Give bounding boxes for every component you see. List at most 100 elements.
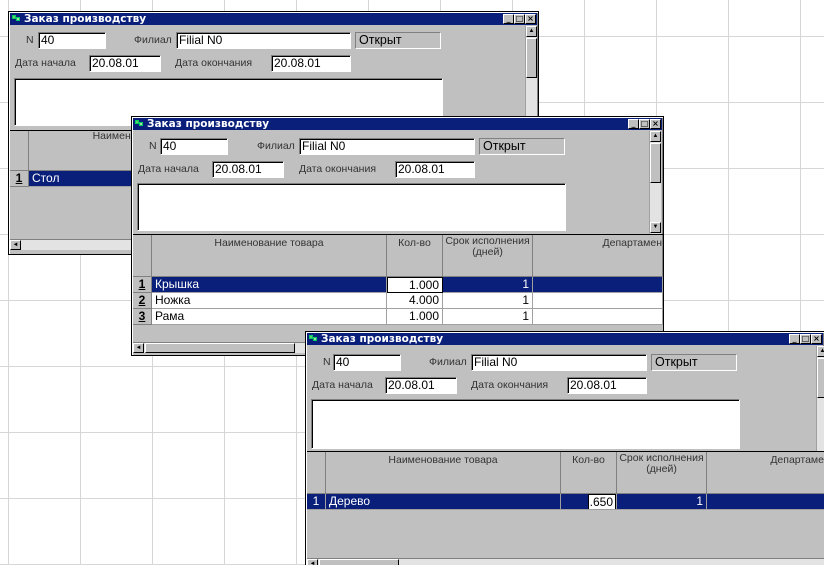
minimize-button[interactable]: _ — [789, 334, 800, 344]
cell-qty[interactable]: .650 — [561, 494, 617, 510]
cell-dept[interactable] — [533, 309, 663, 325]
scroll-left-icon[interactable]: ◄ — [307, 559, 318, 565]
minimize-button[interactable]: _ — [503, 14, 514, 24]
n-label: N — [26, 34, 34, 46]
cell-term[interactable]: 1 — [443, 293, 533, 309]
branch-field[interactable]: Filial N0 — [299, 138, 475, 155]
col-name-header[interactable]: Наименование товара — [152, 235, 387, 277]
window-title: Заказ производству — [24, 13, 147, 25]
scroll-thumb[interactable] — [817, 358, 824, 398]
cell-dept[interactable] — [707, 494, 824, 510]
col-qty-header[interactable]: Кол-во — [561, 452, 617, 494]
status-field: Открыт — [355, 32, 441, 49]
col-dept-header[interactable]: Департаме — [707, 452, 824, 494]
branch-field[interactable]: Filial N0 — [176, 32, 351, 49]
items-table[interactable]: Наименование товара Кол-во Срок исполнен… — [307, 451, 824, 565]
scroll-down-icon[interactable]: ▼ — [650, 222, 661, 233]
start-date-field[interactable]: 20.08.01 — [212, 161, 284, 178]
scroll-left-icon[interactable]: ◄ — [133, 343, 144, 353]
cell-qty[interactable]: 1.000 — [387, 309, 443, 325]
vertical-scrollbar[interactable]: ▲ — [816, 346, 824, 451]
scroll-thumb[interactable] — [145, 343, 295, 353]
end-date-field[interactable]: 20.08.01 — [567, 377, 647, 394]
end-date-label: Дата окончания — [471, 379, 549, 391]
n-label: N — [149, 140, 157, 152]
order-number-field[interactable]: 40 — [160, 138, 228, 155]
scroll-up-icon[interactable]: ▲ — [526, 26, 537, 37]
cell-name[interactable]: Ножка — [152, 293, 387, 309]
maximize-button[interactable]: □ — [514, 14, 525, 24]
col-qty-header[interactable]: Кол-во — [387, 235, 443, 277]
window-title: Заказ производству — [147, 118, 270, 130]
end-date-field[interactable]: 20.08.01 — [271, 55, 351, 72]
branch-label: Филиал — [429, 356, 467, 368]
row-index[interactable]: 3 — [133, 309, 152, 325]
maximize-button[interactable]: □ — [800, 334, 811, 344]
status-field: Открыт — [651, 354, 737, 371]
order-number-field[interactable]: 40 — [333, 354, 401, 371]
end-date-label: Дата окончания — [175, 57, 253, 69]
cell-term[interactable]: 1 — [617, 494, 707, 510]
vertical-scrollbar[interactable]: ▲ ▼ — [649, 131, 661, 234]
app-icon — [135, 120, 144, 127]
col-name-header[interactable]: Наименование товара — [326, 452, 561, 494]
horizontal-scrollbar[interactable]: ◄ — [307, 558, 824, 565]
branch-field[interactable]: Filial N0 — [471, 354, 647, 371]
scroll-thumb[interactable] — [650, 143, 661, 183]
order-window-2[interactable]: Заказ производству _ □ × N 40 Филиал Fil… — [131, 116, 664, 356]
n-label: N — [323, 356, 331, 368]
cell-term[interactable]: 1 — [443, 309, 533, 325]
minimize-button[interactable]: _ — [628, 119, 639, 129]
order-window-3[interactable]: Заказ производству _ □ × N 40 Филиал Fil… — [305, 331, 824, 565]
cell-name[interactable]: Дерево — [326, 494, 561, 510]
vertical-scrollbar[interactable]: ▲ — [525, 26, 537, 130]
start-date-label: Дата начала — [138, 163, 199, 175]
row-index[interactable]: 1 — [133, 277, 152, 293]
maximize-button[interactable]: □ — [639, 119, 650, 129]
close-button[interactable]: × — [811, 334, 822, 344]
corner-header — [133, 235, 152, 277]
scroll-thumb[interactable] — [526, 38, 537, 78]
app-icon — [309, 335, 318, 342]
cell-term[interactable]: 1 — [443, 277, 533, 293]
close-button[interactable]: × — [525, 14, 536, 24]
end-date-field[interactable]: 20.08.01 — [395, 161, 475, 178]
notes-memo[interactable] — [137, 183, 566, 231]
cell-qty[interactable]: 4.000 — [387, 293, 443, 309]
cell-qty[interactable]: 1.000 — [387, 277, 443, 293]
row-index[interactable]: 1 — [10, 171, 29, 187]
horizontal-scrollbar[interactable]: ◄ — [10, 239, 138, 250]
col-name-header[interactable]: Наименс — [29, 131, 139, 171]
scroll-thumb[interactable] — [319, 559, 399, 565]
cell-name[interactable]: Крышка — [152, 277, 387, 293]
start-date-label: Дата начала — [15, 57, 76, 69]
start-date-field[interactable]: 20.08.01 — [385, 377, 457, 394]
col-term-header[interactable]: Срок исполнения (дней) — [617, 452, 707, 494]
scroll-up-icon[interactable]: ▲ — [817, 346, 824, 357]
branch-label: Филиал — [134, 34, 172, 46]
scroll-up-icon[interactable]: ▲ — [650, 131, 661, 142]
close-button[interactable]: × — [650, 119, 661, 129]
qty-editor[interactable]: .650 — [588, 494, 616, 509]
col-dept-header[interactable]: Департамен — [533, 235, 663, 277]
title-bar[interactable]: Заказ производству _ □ × — [10, 13, 537, 25]
cell-dept[interactable] — [533, 277, 663, 293]
window-title: Заказ производству — [321, 333, 444, 345]
branch-label: Филиал — [257, 140, 295, 152]
corner-header — [10, 131, 29, 171]
cell-name[interactable]: Стол — [29, 171, 139, 187]
status-field: Открыт — [479, 138, 565, 155]
row-index[interactable]: 2 — [133, 293, 152, 309]
row-index[interactable]: 1 — [307, 494, 326, 510]
horizontal-scrollbar[interactable]: ◄ — [133, 342, 308, 353]
notes-memo[interactable] — [311, 399, 740, 449]
cell-dept[interactable] — [533, 293, 663, 309]
cell-name[interactable]: Рама — [152, 309, 387, 325]
scroll-left-icon[interactable]: ◄ — [10, 240, 21, 250]
title-bar[interactable]: Заказ производству _ □ × — [133, 118, 662, 130]
title-bar[interactable]: Заказ производству _ □ × — [307, 333, 823, 345]
order-number-field[interactable]: 40 — [38, 32, 106, 49]
end-date-label: Дата окончания — [299, 163, 377, 175]
start-date-field[interactable]: 20.08.01 — [89, 55, 161, 72]
col-term-header[interactable]: Срок исполнения (дней) — [443, 235, 533, 277]
